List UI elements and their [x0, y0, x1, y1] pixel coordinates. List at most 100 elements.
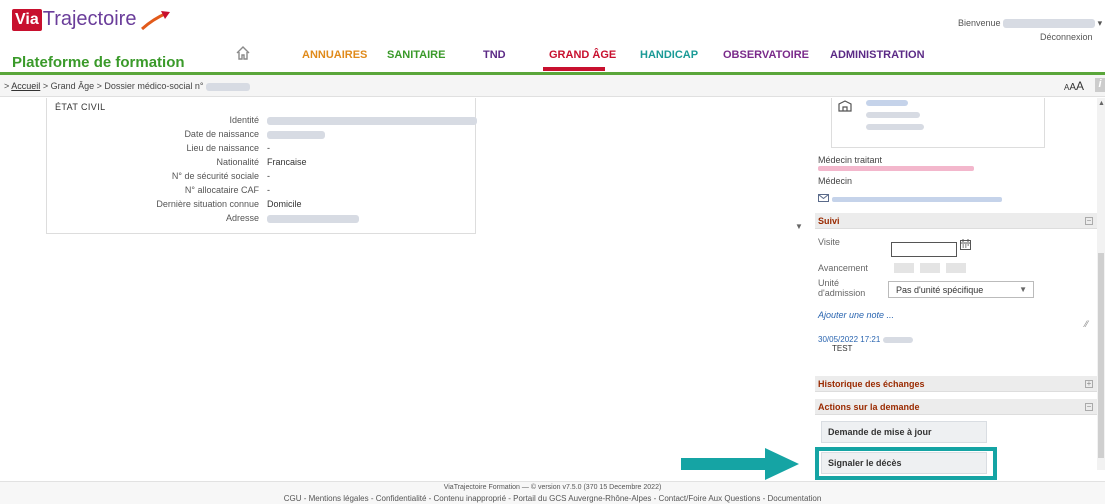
font-size-medium[interactable]: A: [1069, 82, 1076, 93]
field-value-redacted: [267, 213, 359, 223]
field-label: Nationalité: [216, 157, 259, 167]
active-nav-indicator: [543, 67, 605, 71]
resize-handle-icon[interactable]: ⁄⁄: [1085, 319, 1088, 329]
suivi-title: Suivi: [818, 216, 840, 226]
nav-item-observatoire[interactable]: OBSERVATOIRE: [723, 49, 809, 61]
platform-name: Plateforme de formation: [12, 54, 185, 71]
nav-item-handicap[interactable]: HANDICAP: [640, 49, 698, 61]
field-value-redacted: [267, 115, 477, 125]
field-label: N° allocataire CAF: [184, 185, 259, 195]
field-value: Francaise: [267, 157, 307, 167]
field-identite: Identité: [47, 115, 477, 129]
note-author-redacted: [882, 336, 913, 343]
field-value: -: [267, 143, 270, 153]
unite-label: Unité: [818, 278, 840, 288]
font-size-control[interactable]: AAA: [1064, 79, 1084, 93]
collapse-icon[interactable]: −: [1085, 217, 1093, 225]
address-line-redacted: [866, 124, 924, 130]
right-sidebar: Médecin traitant Médecin Suivi − Visite …: [815, 98, 1097, 480]
nav-item-administration[interactable]: ADMINISTRATION: [830, 49, 925, 61]
username-redacted: [1003, 19, 1096, 29]
field-securite-sociale: N° de sécurité sociale -: [47, 171, 467, 185]
logout-link[interactable]: Déconnexion: [1040, 32, 1093, 42]
field-value: -: [267, 171, 270, 181]
medecin-label: Médecin: [818, 176, 853, 186]
note-timestamp: 30/05/2022 17:21: [818, 335, 881, 344]
mail-icon: [818, 194, 829, 204]
vertical-scrollbar[interactable]: ▲: [1097, 98, 1105, 470]
collapse-arrow-icon[interactable]: ▼: [795, 222, 803, 231]
info-icon[interactable]: i: [1095, 78, 1105, 92]
note-text: TEST: [832, 344, 853, 353]
email-link-redacted[interactable]: [832, 197, 1002, 202]
field-value: Domicile: [267, 199, 302, 209]
user-menu-chevron-icon[interactable]: ▾: [1098, 18, 1103, 28]
update-request-button[interactable]: Demande de mise à jour: [821, 421, 987, 443]
field-label: Dernière situation connue: [156, 199, 259, 209]
visite-date-input[interactable]: [891, 242, 957, 257]
font-size-large[interactable]: A: [1076, 79, 1084, 93]
actions-title: Actions sur la demande: [818, 402, 920, 412]
field-label: Date de naissance: [184, 129, 259, 139]
footer: ViaTrajectoire Formation — © version v7.…: [0, 481, 1105, 504]
nav-item-sanitaire[interactable]: SANITAIRE: [387, 49, 445, 61]
footer-links[interactable]: CGU - Mentions légales - Confidentialité…: [0, 494, 1105, 503]
etat-civil-title: ÉTAT CIVIL: [55, 102, 106, 112]
etat-civil-panel: ÉTAT CIVIL Identité Date de naissance Li…: [46, 98, 477, 234]
annotation-arrow-icon: [681, 448, 799, 480]
field-value-redacted: [267, 129, 325, 139]
field-value: -: [267, 185, 270, 195]
add-note-link[interactable]: Ajouter une note ...: [818, 310, 894, 320]
suivi-section-header[interactable]: Suivi −: [815, 213, 1097, 229]
field-lieu-naissance: Lieu de naissance -: [47, 143, 467, 157]
welcome-label: Bienvenue: [958, 18, 1001, 28]
field-label: N° de sécurité sociale: [171, 171, 259, 181]
scrollbar-thumb[interactable]: [1098, 253, 1104, 458]
scroll-up-icon[interactable]: ▲: [1098, 100, 1105, 107]
medecin-traitant-label: Médecin traitant: [818, 155, 883, 165]
avancement-step[interactable]: [920, 263, 940, 273]
address-line-redacted: [866, 112, 920, 118]
unite-admission-select[interactable]: Pas d'unité spécifique ▼: [888, 281, 1034, 298]
breadcrumb-bar: > Accueil > Grand Âge > Dossier médico-s…: [0, 75, 1105, 97]
unite-label-2: d'admission: [818, 288, 866, 298]
logo-arrow-icon: [141, 10, 171, 30]
calendar-icon[interactable]: [960, 239, 971, 253]
field-adresse: Adresse: [47, 213, 467, 227]
welcome-text: Bienvenue ▾: [958, 18, 1102, 29]
home-icon[interactable]: [236, 46, 250, 63]
field-allocataire-caf: N° allocataire CAF -: [47, 185, 467, 199]
chevron-down-icon: ▼: [1019, 285, 1027, 294]
nav-item-tnd[interactable]: TND: [483, 49, 506, 61]
visite-label: Visite: [818, 237, 840, 247]
dossier-number-redacted: [206, 82, 251, 91]
historique-section-header[interactable]: Historique des échanges +: [815, 376, 1097, 392]
footer-version: ViaTrajectoire Formation — © version v7.…: [443, 484, 662, 491]
collapse-icon[interactable]: −: [1085, 403, 1093, 411]
actions-section-header[interactable]: Actions sur la demande −: [815, 399, 1097, 415]
breadcrumb: > Accueil > Grand Âge > Dossier médico-s…: [4, 81, 251, 91]
logo[interactable]: Via Trajectoire: [12, 8, 171, 42]
avancement-step[interactable]: [894, 263, 914, 273]
breadcrumb-home-link[interactable]: Accueil: [11, 81, 40, 91]
address-icon: [838, 100, 852, 115]
note-date: 30/05/2022 17:21: [818, 335, 913, 344]
breadcrumb-prefix: >: [4, 81, 10, 91]
logo-trajectoire: Trajectoire: [42, 8, 137, 30]
nav-item-grand-age[interactable]: GRAND ÂGE: [549, 49, 616, 61]
avancement-step[interactable]: [946, 263, 966, 273]
nav-item-annuaires[interactable]: ANNUAIRES: [302, 49, 367, 61]
field-nationalite: Nationalité Francaise: [47, 157, 467, 171]
field-date-naissance: Date de naissance: [47, 129, 467, 143]
breadcrumb-path: > Grand Âge > Dossier médico-social n°: [42, 81, 204, 91]
address-card: [831, 98, 1045, 148]
field-label: Adresse: [225, 213, 259, 223]
field-derniere-situation: Dernière situation connue Domicile: [47, 199, 467, 213]
address-line-redacted: [866, 100, 908, 106]
historique-title: Historique des échanges: [818, 379, 925, 389]
logo-via: Via: [12, 8, 42, 31]
expand-icon[interactable]: +: [1085, 380, 1093, 388]
field-label: Identité: [229, 115, 259, 125]
unite-admission-value: Pas d'unité spécifique: [896, 285, 984, 295]
highlight-frame: [815, 447, 997, 480]
